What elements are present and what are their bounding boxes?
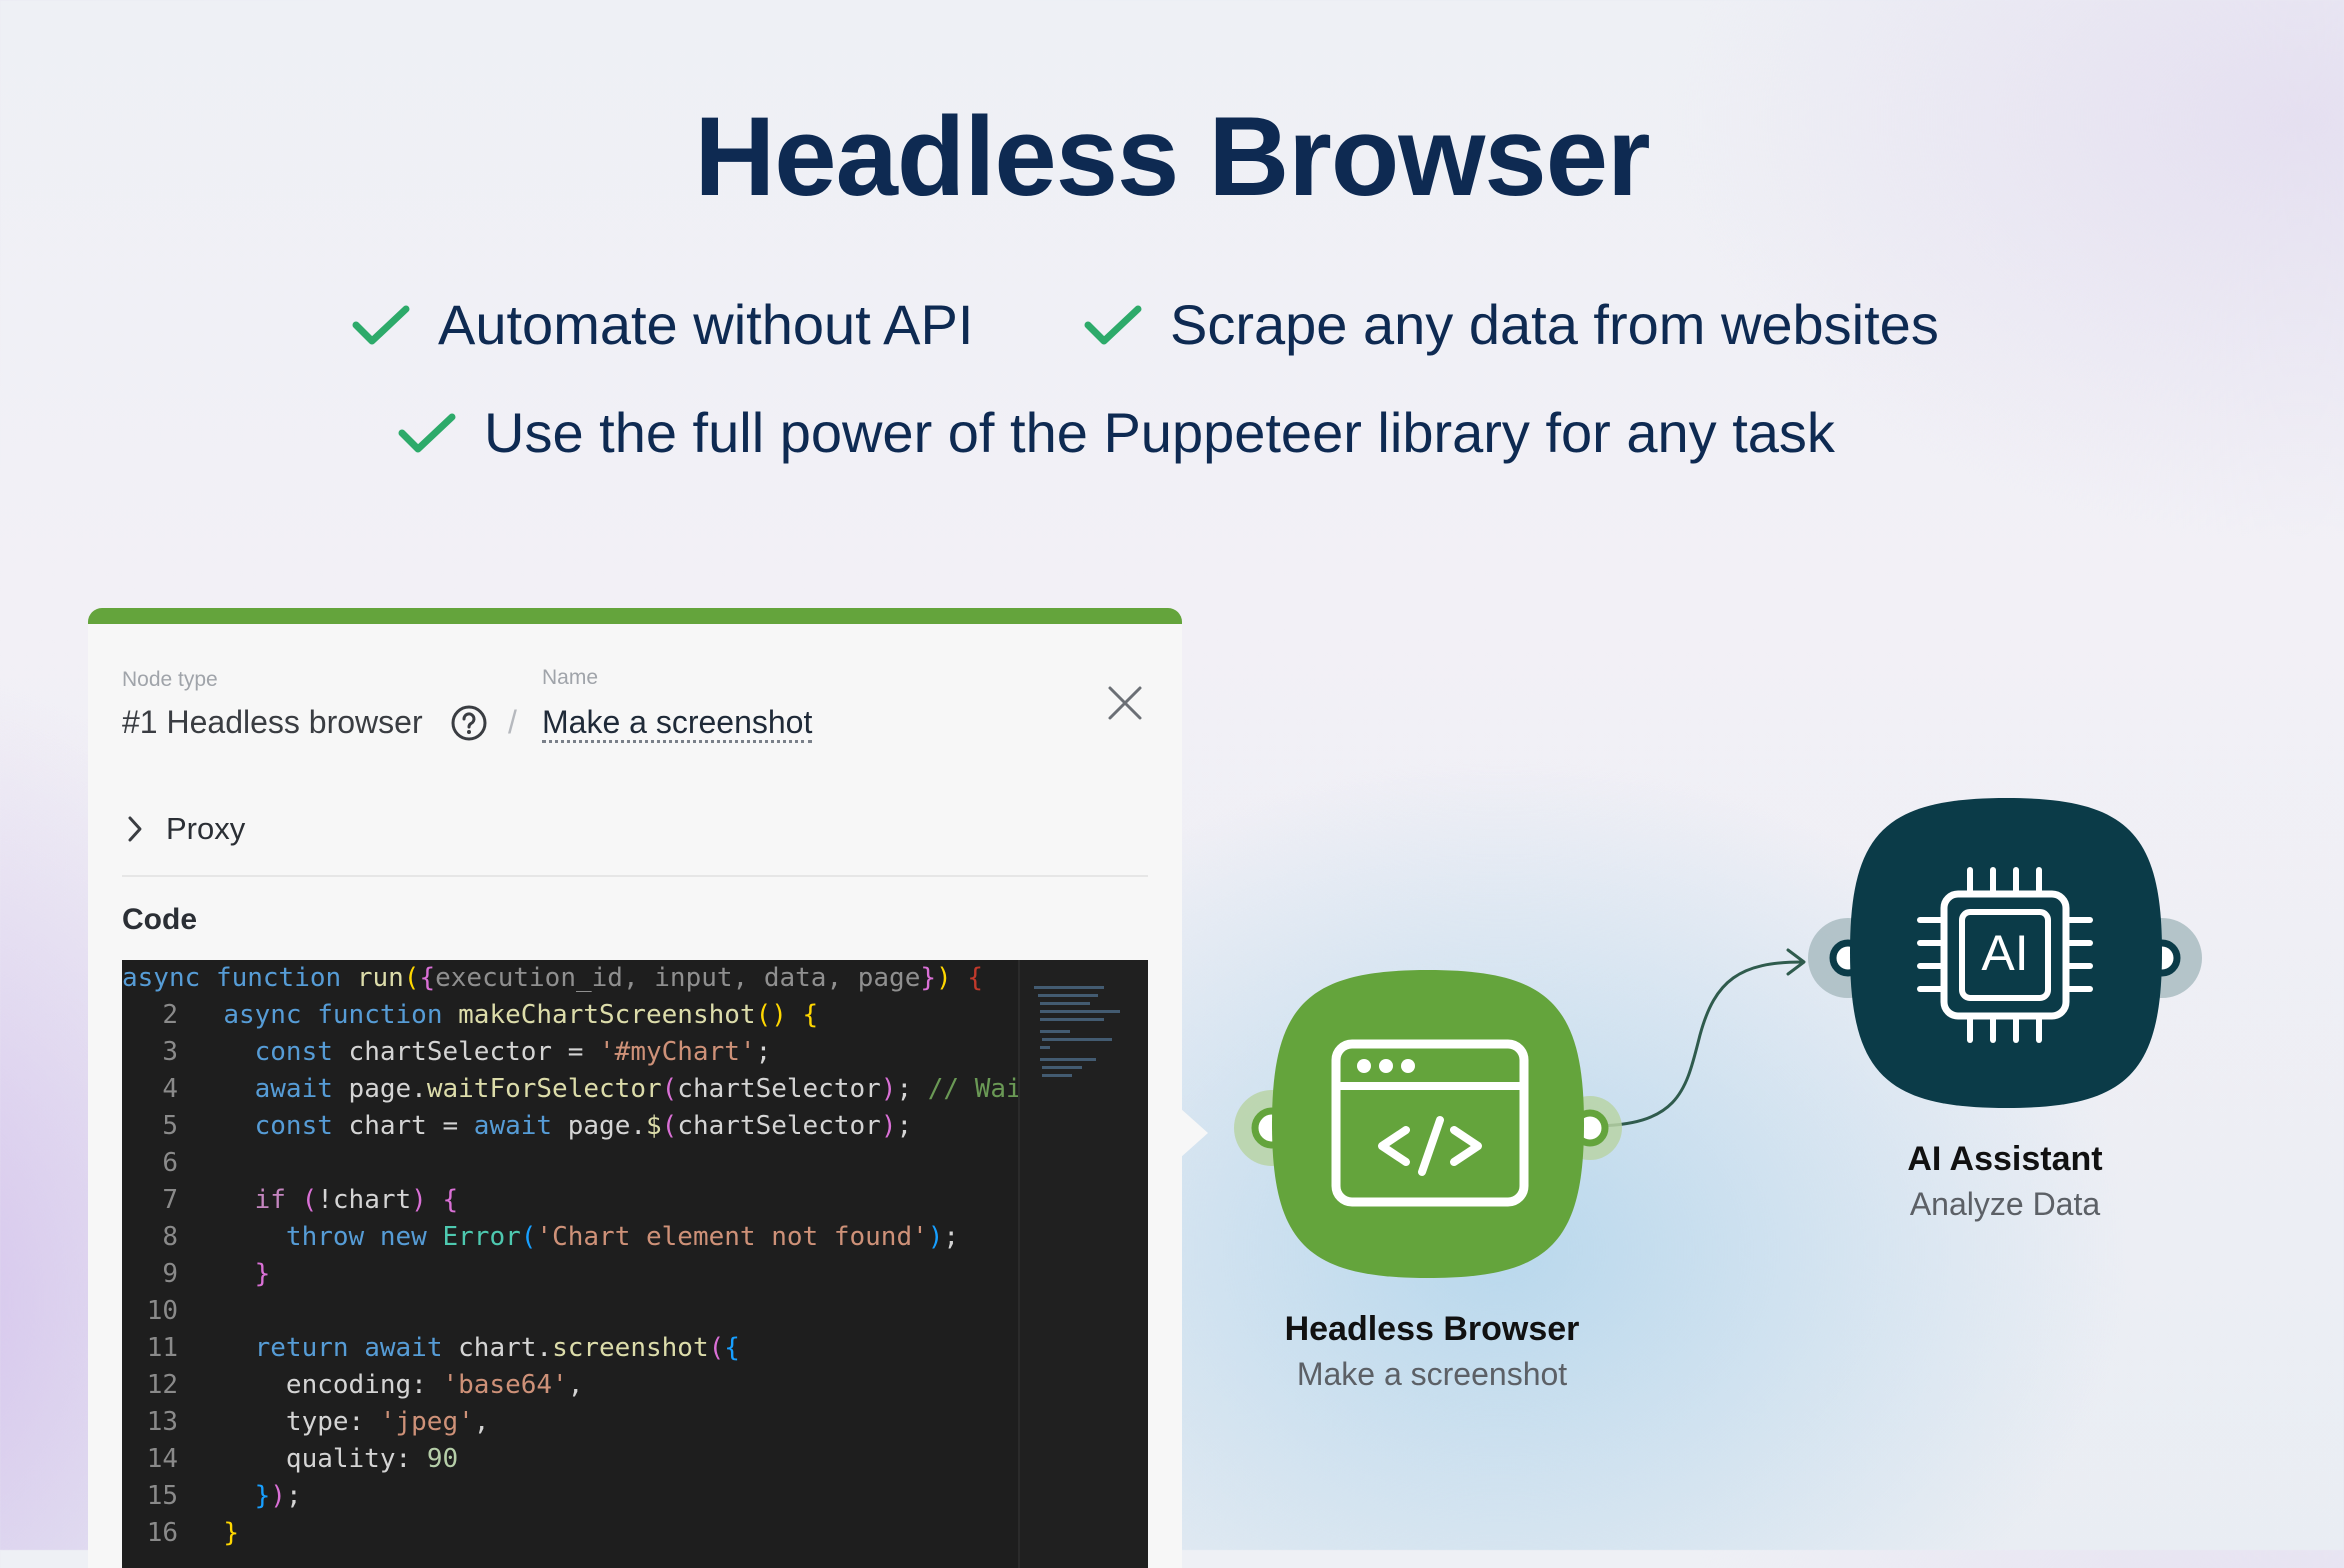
code-line: 16 } bbox=[122, 1515, 1148, 1552]
line-number: 3 bbox=[162, 1037, 178, 1067]
code-editor[interactable]: async function run({execution_id, input,… bbox=[122, 960, 1148, 1568]
node-type-label: Node type bbox=[122, 668, 218, 691]
code-line: 4 await page.waitForSelector(chartSelect… bbox=[122, 1071, 1148, 1108]
line-number: 15 bbox=[146, 1481, 178, 1511]
feature-item: Scrape any data from websites bbox=[1084, 292, 1939, 357]
node-subtitle: Analyze Data bbox=[1909, 1186, 2101, 1222]
check-icon bbox=[352, 305, 410, 344]
code-line: 8 throw new Error('Chart element not fou… bbox=[122, 1219, 1148, 1256]
name-field[interactable]: Make a screenshot bbox=[542, 704, 813, 743]
code-label: Code bbox=[122, 903, 197, 936]
code-line: 7 if (!chart) { bbox=[122, 1182, 1148, 1219]
code-line: 10 bbox=[122, 1293, 1148, 1330]
node-settings-panel: Node type #1 Headless browser / Name Mak… bbox=[88, 608, 1182, 1568]
proxy-label: Proxy bbox=[166, 811, 246, 846]
node-title: AI Assistant bbox=[1907, 1140, 2103, 1178]
line-number: 5 bbox=[162, 1111, 178, 1141]
close-icon[interactable] bbox=[1106, 684, 1144, 722]
code-line: 14 quality: 90 bbox=[122, 1441, 1148, 1478]
line-number: 7 bbox=[162, 1185, 178, 1215]
ai-assistant-node[interactable]: AI bbox=[1800, 794, 2210, 1114]
header-separator: / bbox=[508, 704, 517, 740]
code-line: 3 const chartSelector = '#myChart'; bbox=[122, 1034, 1148, 1071]
code-line: 13 type: 'jpeg', bbox=[122, 1404, 1148, 1441]
help-icon[interactable] bbox=[450, 704, 488, 742]
line-number: 6 bbox=[162, 1148, 178, 1178]
chip-text: AI bbox=[1981, 925, 2028, 981]
check-icon bbox=[398, 413, 456, 452]
ai-chip-icon: AI bbox=[1917, 867, 2093, 1043]
line-number: 16 bbox=[146, 1518, 178, 1548]
line-number: 11 bbox=[146, 1333, 178, 1363]
code-line: 12 encoding: 'base64', bbox=[122, 1367, 1148, 1404]
code-line: 2 async function makeChartScreenshot() { bbox=[122, 997, 1148, 1034]
line-number: 10 bbox=[146, 1296, 178, 1326]
check-icon bbox=[1084, 305, 1142, 344]
code-line: async function run({execution_id, input,… bbox=[122, 963, 983, 993]
panel-accent-bar bbox=[88, 608, 1182, 624]
line-number: 14 bbox=[146, 1444, 178, 1474]
code-window-icon bbox=[1331, 1039, 1529, 1207]
code-minimap[interactable] bbox=[1018, 960, 1148, 1568]
name-label: Name bbox=[542, 666, 599, 689]
feature-text: Scrape any data from websites bbox=[1170, 293, 1939, 356]
headless-browser-node[interactable] bbox=[1228, 964, 1626, 1284]
code-line: 11 return await chart.screenshot({ bbox=[122, 1330, 1148, 1367]
line-number: 13 bbox=[146, 1407, 178, 1437]
line-number: 4 bbox=[162, 1074, 178, 1104]
line-number: 2 bbox=[162, 1000, 178, 1030]
feature-item: Automate without API bbox=[352, 292, 973, 357]
code-line: 6 bbox=[122, 1145, 1148, 1182]
panel-header: Node type #1 Headless browser / Name Mak… bbox=[88, 624, 1182, 784]
panel-pointer bbox=[1180, 1108, 1208, 1158]
node-type-value: #1 Headless browser bbox=[122, 704, 423, 740]
feature-text: Automate without API bbox=[438, 293, 974, 356]
line-number: 8 bbox=[162, 1222, 178, 1252]
node-subtitle: Make a screenshot bbox=[1296, 1356, 1568, 1392]
line-number: 12 bbox=[146, 1370, 178, 1400]
node-title: Headless Browser bbox=[1284, 1310, 1580, 1348]
line-number: 9 bbox=[162, 1259, 178, 1289]
page-title: Headless Browser bbox=[694, 94, 1650, 219]
panel-body: Proxy Code bbox=[88, 782, 1182, 937]
code-line: 15 }); bbox=[122, 1478, 1148, 1515]
feature-text: Use the full power of the Puppeteer libr… bbox=[484, 401, 1835, 464]
code-line: 5 const chart = await page.$(chartSelect… bbox=[122, 1108, 1148, 1145]
proxy-section-toggle[interactable]: Proxy bbox=[122, 782, 1148, 877]
feature-item: Use the full power of the Puppeteer libr… bbox=[398, 400, 1835, 465]
chevron-right-icon bbox=[128, 816, 142, 842]
code-line: 9 } bbox=[122, 1256, 1148, 1293]
